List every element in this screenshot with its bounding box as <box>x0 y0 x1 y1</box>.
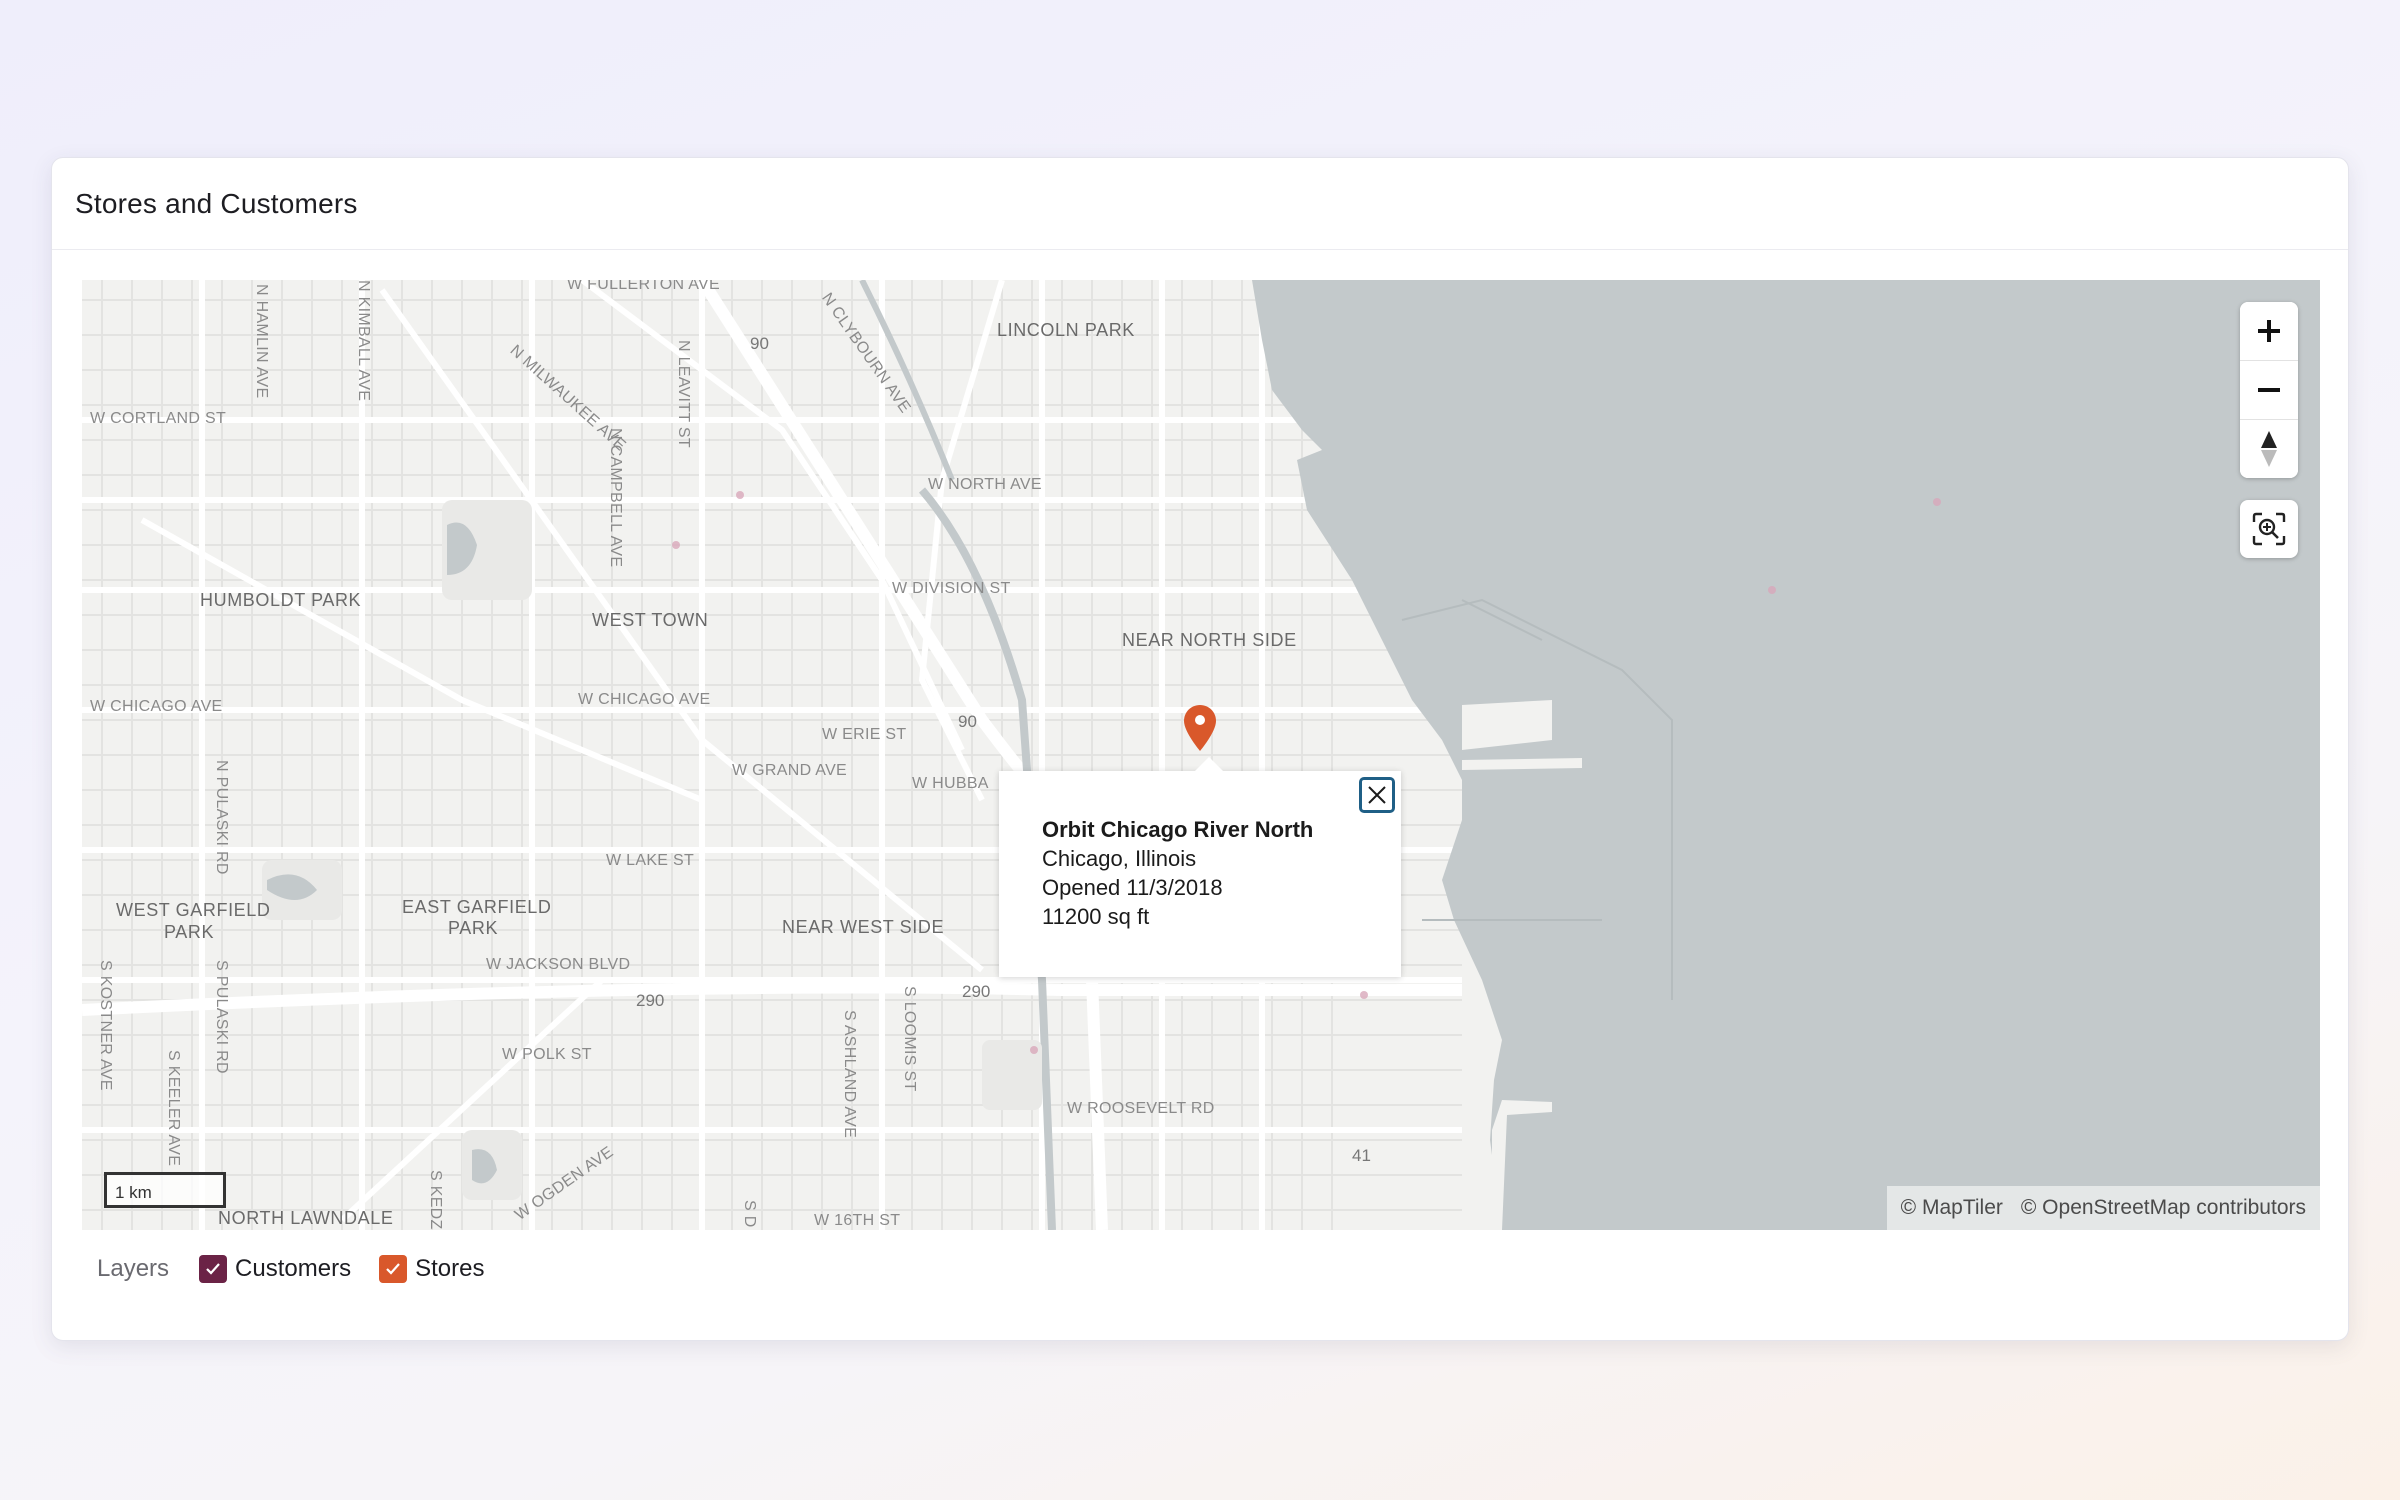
map-label-s-ashland-ave: S ASHLAND AVE <box>841 1010 858 1139</box>
attribution-osm-link[interactable]: © OpenStreetMap contributors <box>2021 1196 2306 1220</box>
map-label-s-kostner-ave: S KOSTNER AVE <box>97 960 114 1091</box>
map-label-near-north-side: NEAR NORTH SIDE <box>1122 630 1297 650</box>
road-number-i90-north: 90 <box>750 334 769 353</box>
attribution-maptiler-link[interactable]: © MapTiler <box>1901 1196 2003 1220</box>
map-label-humboldt-park: HUMBOLDT PARK <box>200 590 362 610</box>
map-label-n-leavitt-st: N LEAVITT ST <box>675 340 692 448</box>
map-label-n-campbell-ave: N CAMPBELL AVE <box>607 428 624 568</box>
map-label-w-north-ave: W NORTH AVE <box>928 476 1042 493</box>
map-label-w-division-st: W DIVISION ST <box>892 580 1011 597</box>
customers-checkbox[interactable] <box>199 1255 228 1283</box>
map-label-s-pulaski-rd: S PULASKI RD <box>213 960 230 1074</box>
map-canvas[interactable]: W FULLERTON AVE LINCOLN PARK W CORTLAND … <box>82 280 2320 1230</box>
map-label-s-keeler-ave: S KEELER AVE <box>165 1050 182 1167</box>
road-number-i290-east: 290 <box>962 982 991 1001</box>
stores-checkbox[interactable] <box>379 1255 408 1283</box>
map-label-east-garfield-park-line1: EAST GARFIELD <box>402 897 552 917</box>
popup-store-name: Orbit Chicago River North <box>1042 817 1314 842</box>
map-basemap <box>82 280 2320 1230</box>
map-label-w-polk-st: W POLK ST <box>502 1046 592 1063</box>
road-number-41: 41 <box>1352 1146 1371 1165</box>
zoom-controls <box>2240 302 2298 478</box>
map-label-s-kedzie: S KEDZ <box>427 1170 444 1230</box>
map-label-n-kimball-ave: N KIMBALL AVE <box>355 280 372 402</box>
plus-icon <box>2258 320 2280 342</box>
minus-icon <box>2258 388 2280 392</box>
map-label-west-garfield-park-line2: PARK <box>164 922 215 942</box>
zoom-out-button[interactable] <box>2240 361 2298 420</box>
map-label-lincoln-park: LINCOLN PARK <box>997 320 1135 340</box>
layer-toggle-stores[interactable]: Stores <box>379 1255 484 1283</box>
reset-bearing-button[interactable] <box>2240 420 2298 478</box>
road-number-i290-west: 290 <box>636 991 665 1010</box>
map-card: Stores and Customers W FULLERTON AVE LIN… <box>51 157 2349 1341</box>
map-label-n-hamlin-ave: N HAMLIN AVE <box>253 284 270 399</box>
map-label-w-jackson-blvd: W JACKSON BLVD <box>486 956 631 973</box>
popup-location: Chicago, Illinois <box>1042 846 1197 871</box>
popup-size: 11200 sq ft <box>1042 904 1150 929</box>
checkmark-icon <box>206 1263 220 1275</box>
map-label-east-garfield-park-line2: PARK <box>448 918 499 938</box>
map-label-w-grand-ave: W GRAND AVE <box>732 762 848 779</box>
layer-toggle-customers[interactable]: Customers <box>199 1255 351 1283</box>
popup-close-button[interactable] <box>1359 777 1395 813</box>
map-label-n-pulaski-rd: N PULASKI RD <box>213 760 230 875</box>
close-icon <box>1368 786 1386 804</box>
store-popup: Orbit Chicago River North Chicago, Illin… <box>999 757 1401 977</box>
customers-layer-label: Customers <box>235 1255 352 1282</box>
map-label-s-loomis-st: S LOOMIS ST <box>901 986 918 1092</box>
map-label-w-cortland-st: W CORTLAND ST <box>90 410 227 427</box>
map-label-w-16th-st: W 16TH ST <box>814 1212 901 1229</box>
map-label-w-roosevelt-rd: W ROOSEVELT RD <box>1067 1100 1215 1117</box>
map-label-west-town: WEST TOWN <box>592 610 709 630</box>
popup-tip <box>1195 757 1223 771</box>
layers-legend: Layers Customers Stores <box>97 1255 512 1283</box>
map-scale-bar: 1 km <box>104 1172 226 1208</box>
map-label-w-chicago-ave-west: W CHICAGO AVE <box>90 698 223 715</box>
compass-icon <box>2261 431 2277 467</box>
map-label-w-lake-st: W LAKE ST <box>606 852 695 869</box>
map-label-w-erie-st: W ERIE ST <box>822 726 907 743</box>
popup-opened-date: Opened 11/3/2018 <box>1042 875 1223 900</box>
stores-layer-label: Stores <box>415 1255 485 1282</box>
checkmark-icon <box>386 1263 400 1275</box>
map-label-north-lawndale: NORTH LAWNDALE <box>218 1208 394 1228</box>
map-attribution: © MapTiler © OpenStreetMap contributors <box>1886 1186 2320 1230</box>
store-marker[interactable] <box>1184 705 1216 751</box>
map-label-w-fullerton-ave: W FULLERTON AVE <box>567 280 720 293</box>
map-label-w-hubbard: W HUBBA <box>912 775 989 792</box>
card-title: Stores and Customers <box>75 188 358 219</box>
road-number-i90-center: 90 <box>958 712 977 731</box>
fit-bounds-button[interactable] <box>2240 500 2298 558</box>
map-label-w-chicago-ave-east: W CHICAGO AVE <box>578 691 711 708</box>
map-label-west-garfield-park-line1: WEST GARFIELD <box>116 900 271 920</box>
zoom-to-fit-icon <box>2252 512 2286 546</box>
layers-label: Layers <box>97 1255 170 1282</box>
card-divider <box>52 249 2348 250</box>
zoom-in-button[interactable] <box>2240 302 2298 361</box>
map-label-near-west-side: NEAR WEST SIDE <box>782 917 945 937</box>
map-label-s-damen: S D <box>741 1200 758 1228</box>
